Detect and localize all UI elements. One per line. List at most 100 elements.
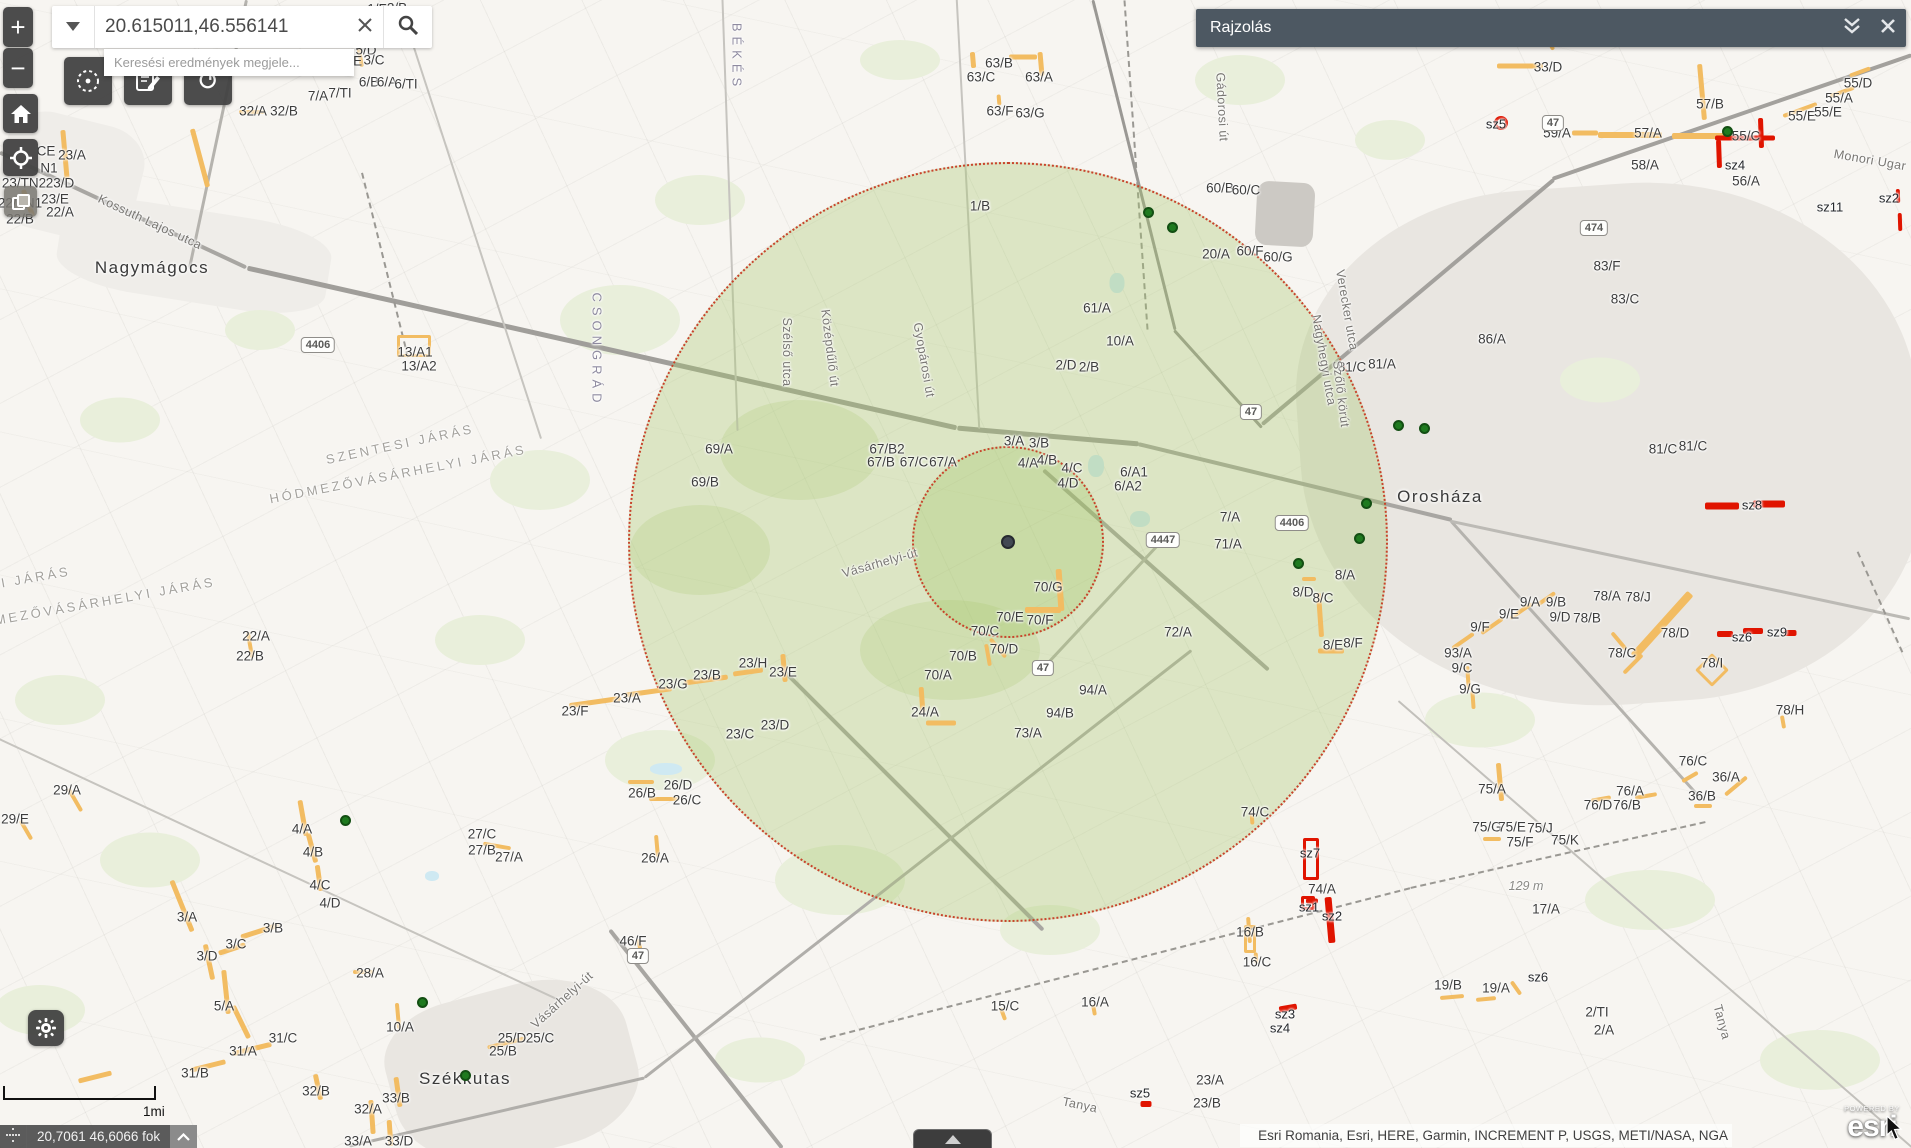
orange-road-segment (970, 52, 976, 68)
street-label: Szélső utca (780, 317, 794, 386)
panel-close-button[interactable] (1870, 9, 1906, 47)
parcel-label: 9/E (1499, 607, 1519, 622)
parcel-label: 55/E (1788, 109, 1816, 124)
parcel-label: 70/G (1033, 580, 1062, 595)
search-source-dropdown[interactable] (52, 6, 95, 48)
district-label: SI JÁRÁS (0, 564, 72, 593)
attribute-table-toggle-button[interactable] (913, 1129, 992, 1148)
parcel-label: 63/B (985, 56, 1013, 71)
parcel-label: 61/A (1083, 301, 1111, 316)
parcel-label: 60/C (1232, 183, 1261, 198)
home-button[interactable] (3, 94, 38, 133)
parcel-label: 70/D (990, 642, 1019, 657)
parcel-label: 23/B (693, 668, 721, 683)
green-point-marker (1143, 207, 1154, 218)
parcel-label: 23/A (1196, 1073, 1224, 1088)
green-point-marker (340, 815, 351, 826)
survey-label: sz2 (1879, 191, 1899, 206)
parcel-label: 63/C (967, 70, 996, 85)
orange-road-segment (1483, 837, 1501, 841)
parcel-label: 20/A (1202, 247, 1230, 262)
parcel-label: 57/A (1634, 126, 1662, 141)
coordinate-capture-button[interactable] (0, 1125, 27, 1148)
parcel-label: 76/C (1679, 754, 1708, 769)
mouse-cursor (1886, 1116, 1904, 1147)
parcel-label: 67/A (929, 455, 957, 470)
parcel-label: 26/A (641, 851, 669, 866)
green-point-marker (1419, 423, 1430, 434)
attribution-bar: Esri Romania, Esri, HERE, Garmin, INCREM… (1240, 1124, 1732, 1147)
survey-label: sz9 (1767, 625, 1787, 640)
coordinate-readout: 20,7061 46,6066 fok (27, 1129, 170, 1144)
settings-button[interactable] (28, 1010, 64, 1046)
parcel-label: 8/E (1323, 638, 1343, 653)
parcel-label: 32/A (239, 104, 267, 119)
parcel-label: 8/A (1335, 568, 1355, 583)
orange-road-segment (78, 1070, 112, 1083)
parcel-label: 6/A1 (1120, 465, 1148, 480)
search-button[interactable] (383, 6, 432, 48)
parcel-label: 13/A2 (401, 359, 436, 374)
parcel-label: 94/A (1079, 683, 1107, 698)
zoom-in-button[interactable]: + (3, 7, 33, 47)
panel-collapse-button[interactable] (1834, 9, 1870, 47)
orange-road-segment (1302, 577, 1316, 581)
parcel-label: 8/C (1312, 591, 1333, 606)
vegetation-patch (1355, 120, 1425, 160)
search-input[interactable] (95, 6, 347, 48)
scale-bar-label: 1mi (143, 1104, 165, 1119)
vegetation-patch (655, 175, 745, 225)
parcel-label: 4/D (319, 896, 340, 911)
red-line-feature (1716, 140, 1722, 168)
road-shield: 4406 (301, 337, 335, 353)
dotted-crosshair-icon (6, 1128, 20, 1145)
parcel-label: 63/A (1025, 70, 1053, 85)
parcel-label: 71/A (1214, 537, 1242, 552)
search-results-tooltip-text: Keresési eredmények megjele... (114, 55, 300, 70)
town-label: Nagymágocs (95, 258, 209, 278)
green-point-marker (417, 997, 428, 1008)
parcel-label: 26/C (673, 793, 702, 808)
overview-map-button[interactable] (4, 186, 37, 217)
parcel-label: 19/A (1482, 981, 1510, 996)
green-point-marker (1722, 126, 1733, 137)
parcel-label: 10/A (1106, 334, 1134, 349)
parcel-label: 57/B (1696, 97, 1724, 112)
parcel-label: 60/F (1236, 244, 1263, 259)
parcel-label: 63/G (1015, 106, 1044, 121)
parcel-label: 23/E (769, 665, 797, 680)
coordinate-expand-button[interactable] (170, 1125, 197, 1148)
parcel-label: 58/A (1631, 158, 1659, 173)
parcel-label: 81/C (1679, 439, 1708, 454)
parcel-label: 32/B (270, 104, 298, 119)
parcel-label: 3/A (1004, 434, 1024, 449)
survey-label: sz3 (1275, 1007, 1295, 1022)
draw-panel-header: Rajzolás (1196, 9, 1906, 47)
zoom-out-button[interactable]: − (3, 48, 33, 88)
vegetation-patch (80, 398, 160, 443)
parcel-label: 17/A (1532, 902, 1560, 917)
survey-label: sz1 (1299, 900, 1319, 915)
parcel-label: 31/C (269, 1031, 298, 1046)
parcel-label: 6/TI (394, 77, 417, 92)
locate-button[interactable] (3, 139, 38, 176)
buffer-center-point (1001, 535, 1015, 549)
parcel-label: 93/A (1444, 646, 1472, 661)
vegetation-patch (1760, 1030, 1880, 1090)
red-line-feature (1705, 503, 1739, 510)
parcel-label: 86/A (1478, 332, 1506, 347)
parcel-label: 29/A (53, 783, 81, 798)
orange-road-segment (1440, 994, 1464, 1000)
road-shield: 47 (1240, 404, 1262, 420)
dashed-circle-dot-icon (75, 68, 101, 94)
parcel-label: 4/A (1018, 456, 1038, 471)
parcel-label: 13/A1 (397, 345, 432, 360)
parcel-label: 75/A (1478, 782, 1506, 797)
parcel-label: 19/B (1434, 978, 1462, 993)
parcel-label: 83/F (1593, 259, 1620, 274)
parcel-label: 4/B (1037, 453, 1057, 468)
vegetation-patch (860, 40, 940, 80)
orange-road-segment (1009, 55, 1037, 60)
search-clear-button[interactable] (347, 6, 383, 48)
road-shield: 4447 (1146, 532, 1180, 548)
